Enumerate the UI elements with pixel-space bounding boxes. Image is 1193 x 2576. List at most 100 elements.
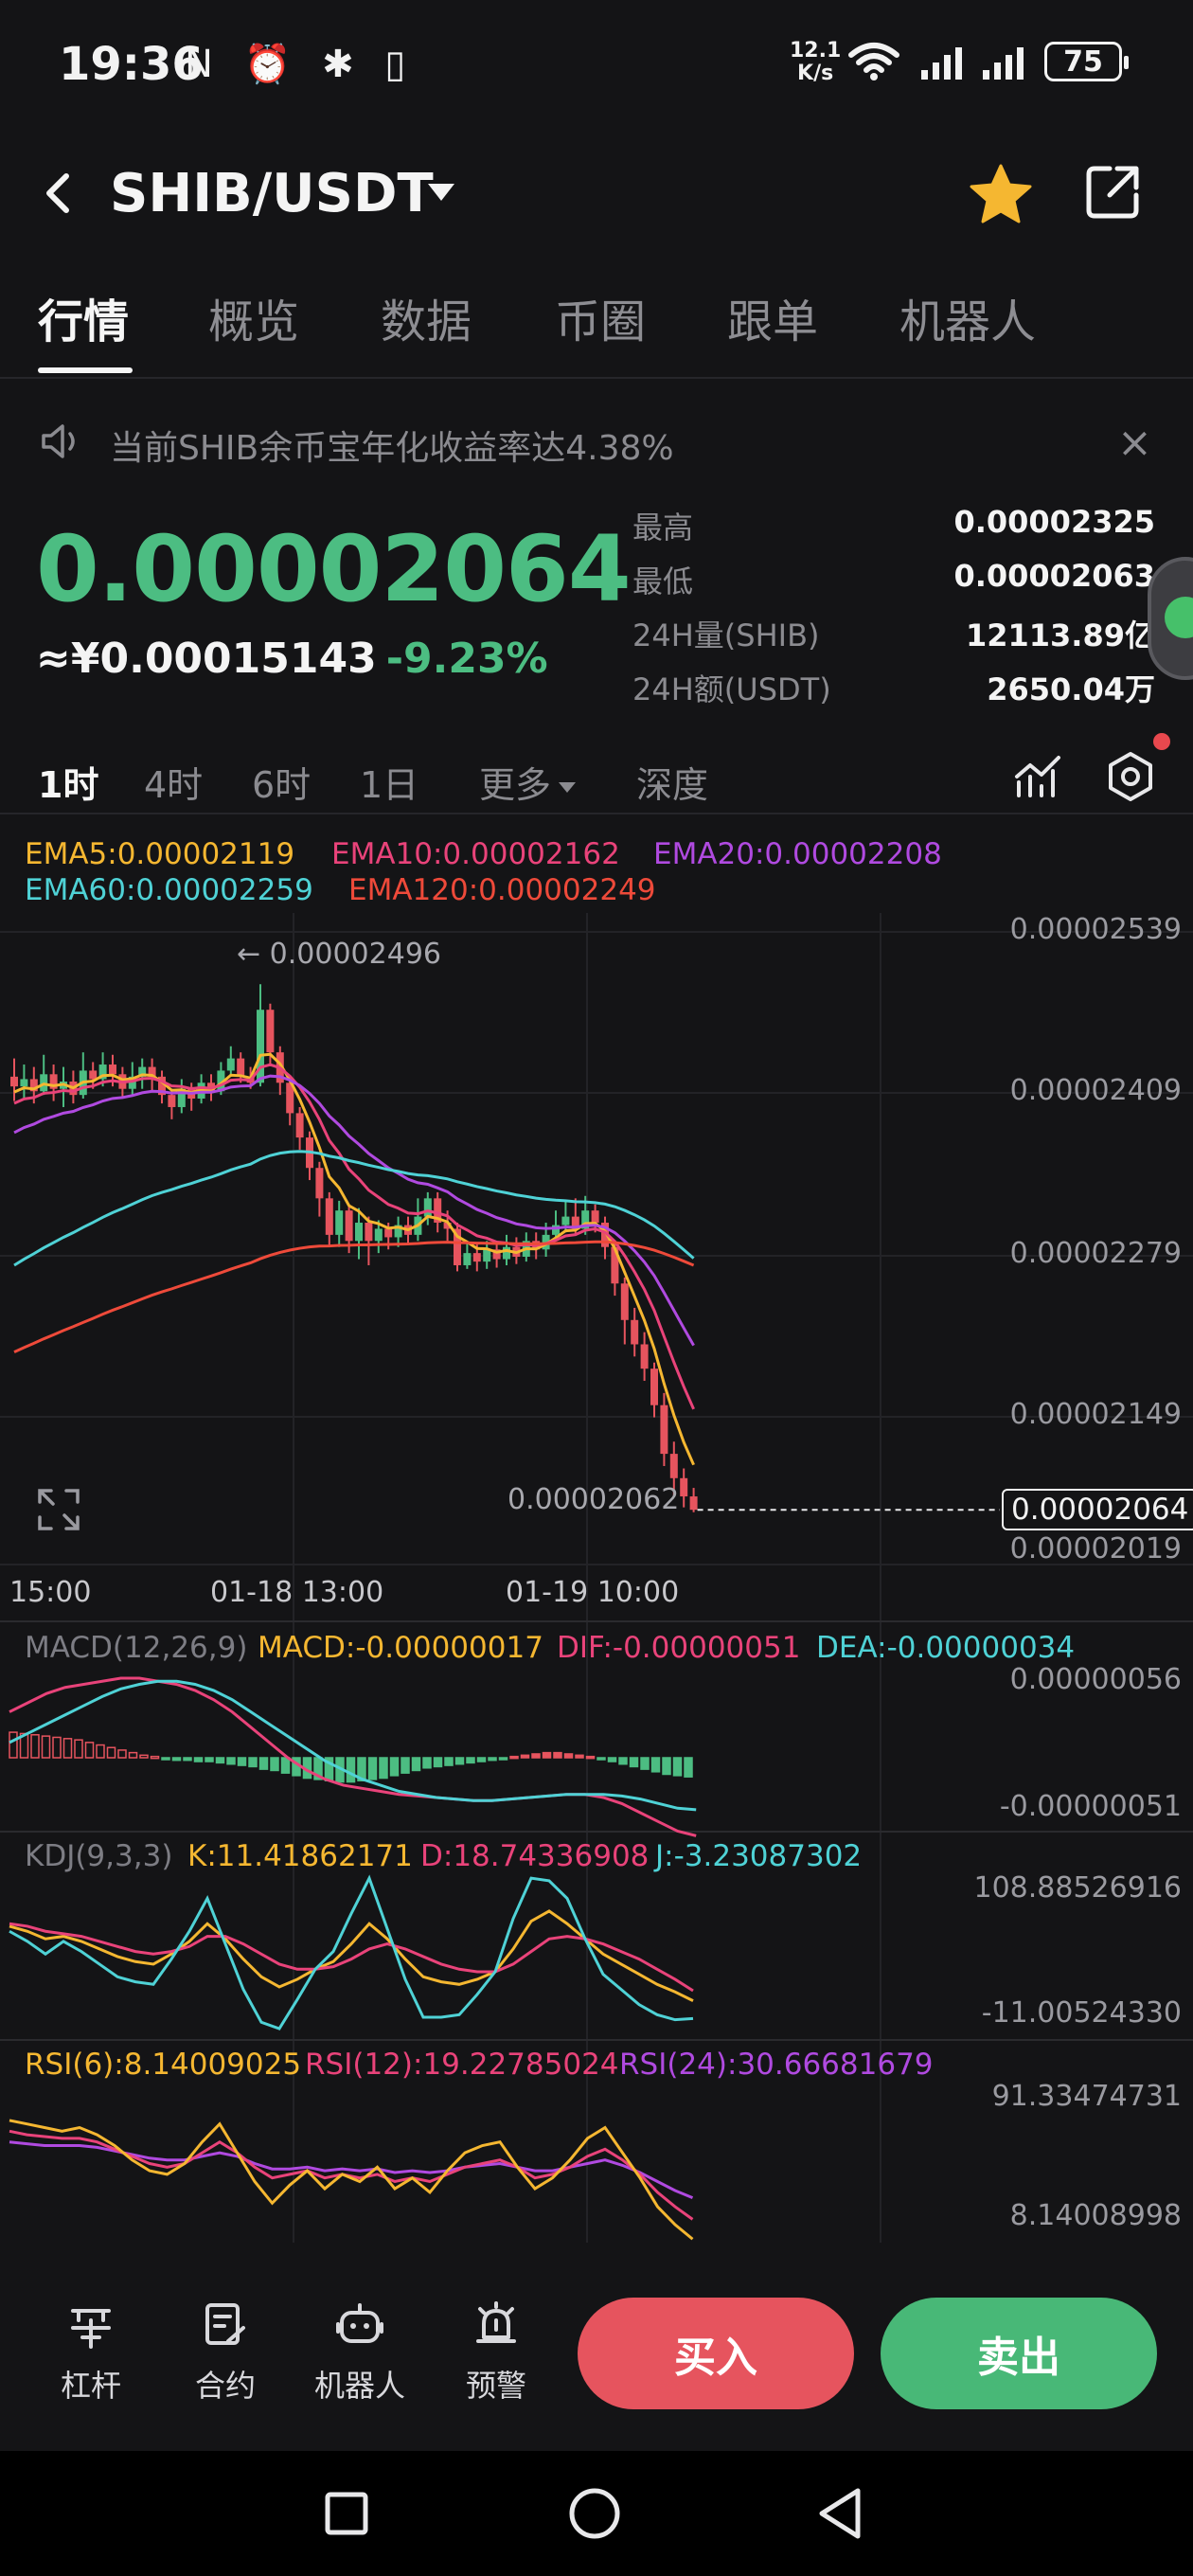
macd-bar bbox=[422, 1757, 432, 1769]
timeframe-4h[interactable]: 4时 bbox=[144, 756, 203, 808]
leverage-label: 杠杆 bbox=[60, 2368, 121, 2404]
tab-overview[interactable]: 概览 bbox=[208, 284, 299, 350]
timeframe-1d[interactable]: 1日 bbox=[360, 756, 418, 808]
macd-bar bbox=[596, 1757, 606, 1761]
stat-volume: 24H量(SHIB) 12113.89亿 bbox=[632, 612, 1155, 666]
stat-low: 最低 0.00002063 bbox=[632, 558, 1155, 612]
timeframe-6h[interactable]: 6时 bbox=[252, 756, 311, 808]
macd-bar bbox=[41, 1735, 51, 1759]
back-icon[interactable] bbox=[809, 2479, 877, 2548]
macd-bar bbox=[161, 1757, 170, 1761]
ema-line bbox=[13, 1063, 695, 1410]
contract-button[interactable]: 合约 bbox=[169, 2299, 282, 2406]
tab-community[interactable]: 币圈 bbox=[555, 284, 646, 350]
chart-area[interactable]: EMA5:0.00002119 EMA10:0.00002162 EMA20:0… bbox=[0, 826, 1193, 2243]
candle bbox=[503, 1246, 510, 1260]
macd-bar bbox=[128, 1751, 138, 1759]
candle bbox=[325, 1198, 333, 1235]
sell-button[interactable]: 卖出 bbox=[881, 2298, 1157, 2409]
x-tick-label: 15:00 bbox=[9, 1576, 92, 1609]
macd-bar bbox=[367, 1757, 378, 1780]
macd-bar bbox=[9, 1731, 18, 1759]
signal-icon bbox=[921, 44, 962, 80]
last-price-tag: 0.00002064 bbox=[1002, 1489, 1193, 1530]
legend-ema10: EMA10:0.00002162 bbox=[331, 837, 620, 871]
tab-copy-trading[interactable]: 跟单 bbox=[727, 284, 818, 350]
star-icon[interactable] bbox=[968, 161, 1034, 227]
macd-bar bbox=[280, 1757, 291, 1774]
d-line bbox=[9, 1922, 694, 1993]
network-speed: 12.1 K/s bbox=[790, 40, 841, 85]
buy-button[interactable]: 买入 bbox=[578, 2298, 854, 2409]
legend-j: J:-3.23087302 bbox=[655, 1839, 863, 1873]
legend-macd: MACD:-0.00000017 bbox=[258, 1631, 543, 1665]
timeframe-more[interactable]: 更多 bbox=[479, 756, 577, 808]
tab-market[interactable]: 行情 bbox=[38, 284, 129, 350]
section-tabs: 行情 概览 数据 币圈 跟单 机器人 bbox=[0, 275, 1193, 379]
back-arrow-icon[interactable] bbox=[32, 165, 89, 222]
home-icon[interactable] bbox=[561, 2479, 629, 2548]
bottom-action-bar: 杠杆 合约 机器人 预警 买入 卖出 bbox=[0, 2243, 1193, 2451]
macd-bar bbox=[193, 1757, 204, 1762]
tab-bots[interactable]: 机器人 bbox=[899, 284, 1036, 350]
legend-d: D:18.74336908 bbox=[420, 1839, 650, 1873]
expand-icon[interactable] bbox=[36, 1487, 81, 1532]
macd-bar bbox=[106, 1746, 116, 1759]
settings-icon[interactable] bbox=[1102, 748, 1159, 805]
status-bar: 19:36 N ⏰ ✱ ▯ 12.1 K/s 75 bbox=[0, 0, 1193, 133]
floating-chat-bubble[interactable] bbox=[1148, 557, 1193, 680]
macd-bar bbox=[433, 1757, 443, 1768]
alert-icon bbox=[476, 2301, 516, 2343]
chevron-down-icon[interactable] bbox=[428, 184, 454, 201]
stat-label: 24H量(SHIB) bbox=[632, 617, 820, 653]
candle bbox=[355, 1223, 363, 1242]
robot-icon bbox=[336, 2303, 383, 2343]
notice-text[interactable]: 当前SHIB余币宝年化收益率达4.38% bbox=[110, 420, 674, 470]
chevron-down-icon bbox=[559, 782, 577, 793]
clock: 19:36 bbox=[59, 38, 204, 91]
x-tick-label: 01-19 10:00 bbox=[506, 1576, 680, 1609]
candle bbox=[463, 1253, 472, 1265]
high-marker: ← 0.00002496 bbox=[237, 938, 441, 971]
macd-bar bbox=[640, 1757, 650, 1770]
depth-chart-tab[interactable]: 深度 bbox=[636, 756, 708, 808]
macd-bar bbox=[531, 1753, 541, 1759]
trading-pair-title[interactable]: SHIB/USDT bbox=[110, 163, 434, 224]
candle bbox=[631, 1319, 639, 1345]
candle bbox=[472, 1253, 481, 1262]
y-tick-label: -11.00524330 bbox=[981, 1996, 1182, 2030]
macd-bar bbox=[542, 1751, 552, 1759]
timeframe-1h[interactable]: 1时 bbox=[38, 756, 98, 808]
macd-bar bbox=[454, 1757, 465, 1765]
robot-button[interactable]: 机器人 bbox=[303, 2299, 417, 2406]
candle bbox=[384, 1228, 393, 1238]
candle bbox=[689, 1496, 698, 1511]
indicator-icon[interactable] bbox=[1009, 748, 1066, 805]
ema-line bbox=[13, 1052, 695, 1466]
header: SHIB/USDT bbox=[0, 142, 1193, 246]
y-tick-label: 0.00000056 bbox=[1009, 1663, 1182, 1696]
share-icon[interactable] bbox=[1081, 161, 1144, 224]
close-icon[interactable]: × bbox=[1117, 419, 1152, 467]
macd-bar bbox=[183, 1757, 192, 1762]
candle bbox=[10, 1076, 18, 1087]
macd-bar bbox=[346, 1757, 356, 1783]
legend-ema5: EMA5:0.00002119 bbox=[25, 837, 295, 871]
tab-data[interactable]: 数据 bbox=[381, 284, 472, 350]
recent-apps-icon[interactable] bbox=[312, 2479, 381, 2548]
macd-bar bbox=[62, 1738, 73, 1759]
candle bbox=[374, 1228, 383, 1242]
wifi-icon bbox=[848, 43, 899, 80]
notice-banner[interactable]: 当前SHIB余币宝年化收益率达4.38% × bbox=[0, 407, 1193, 474]
y-tick-label: 108.88526916 bbox=[973, 1871, 1183, 1905]
stat-label: 最高 bbox=[632, 510, 694, 546]
contract-label: 合约 bbox=[194, 2368, 256, 2404]
macd-bar bbox=[476, 1757, 487, 1762]
alert-button[interactable]: 预警 bbox=[439, 2299, 553, 2406]
candle bbox=[89, 1070, 98, 1080]
macd-bar bbox=[117, 1749, 127, 1759]
candle bbox=[226, 1058, 235, 1071]
timeframe-more-label: 更多 bbox=[479, 764, 552, 806]
candle bbox=[109, 1064, 116, 1075]
leverage-button[interactable]: 杠杆 bbox=[34, 2299, 148, 2406]
